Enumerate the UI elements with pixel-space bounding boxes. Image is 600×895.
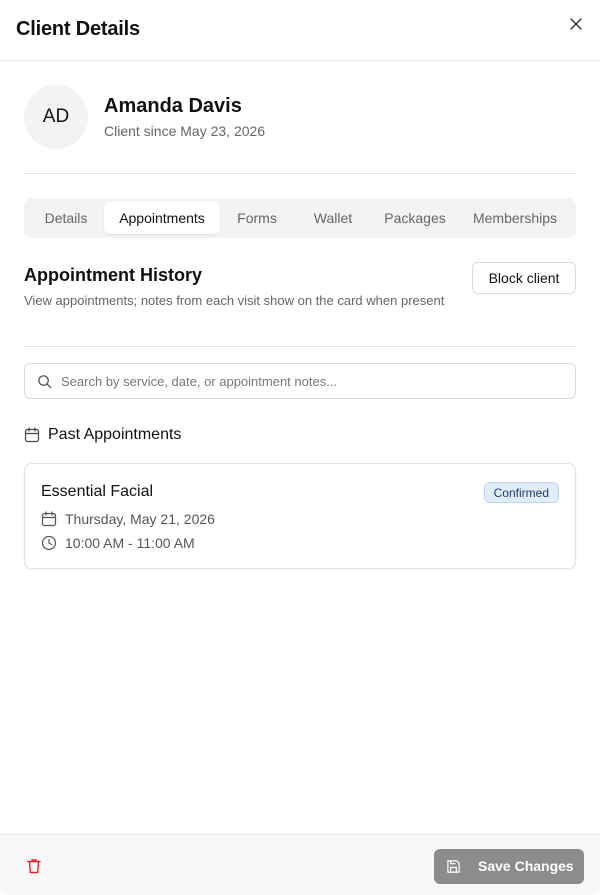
close-button[interactable]	[568, 16, 584, 32]
clock-icon	[41, 535, 57, 551]
past-appointments-label: Past Appointments	[48, 426, 182, 443]
avatar: AD	[24, 85, 88, 149]
tab-forms[interactable]: Forms	[222, 202, 292, 234]
appointment-time: 10:00 AM - 11:00 AM	[65, 535, 195, 551]
save-changes-label: Save Changes	[478, 858, 574, 874]
appointment-service: Essential Facial	[41, 483, 154, 500]
trash-icon	[27, 859, 41, 874]
save-icon	[447, 860, 460, 873]
block-client-button[interactable]: Block client	[472, 262, 576, 294]
modal-title: Client Details	[16, 18, 140, 40]
divider	[24, 346, 576, 347]
tab-details[interactable]: Details	[30, 202, 102, 234]
tab-packages[interactable]: Packages	[374, 202, 456, 234]
modal-header: Client Details	[0, 0, 600, 61]
client-details-modal: Client Details AD Amanda Davis Client si…	[0, 0, 600, 895]
close-icon	[570, 18, 582, 30]
section-description: View appointments; notes from each visit…	[24, 293, 445, 308]
divider	[24, 173, 576, 174]
calendar-icon	[41, 511, 57, 527]
calendar-icon	[24, 427, 40, 443]
status-badge: Confirmed	[483, 482, 559, 503]
tab-memberships[interactable]: Memberships	[462, 202, 568, 234]
modal-footer: Save Changes	[0, 834, 600, 895]
save-changes-button[interactable]: Save Changes	[434, 849, 584, 884]
search-box	[24, 363, 576, 399]
tab-appointments[interactable]: Appointments	[104, 202, 220, 234]
client-profile: AD Amanda Davis Client since May 23, 202…	[24, 85, 576, 173]
tab-bar: Details Appointments Forms Wallet Packag…	[24, 198, 576, 238]
appointment-date: Thursday, May 21, 2026	[65, 511, 215, 527]
search-icon	[38, 375, 52, 389]
tab-wallet[interactable]: Wallet	[298, 202, 368, 234]
client-since: Client since May 23, 2026	[104, 123, 266, 139]
appointment-card[interactable]: Essential Facial Confirmed Thursday, May…	[24, 463, 576, 569]
section-title: Appointment History	[24, 265, 202, 285]
client-name: Amanda Davis	[104, 95, 242, 117]
delete-client-button[interactable]	[25, 857, 43, 875]
search-input[interactable]	[61, 365, 561, 397]
